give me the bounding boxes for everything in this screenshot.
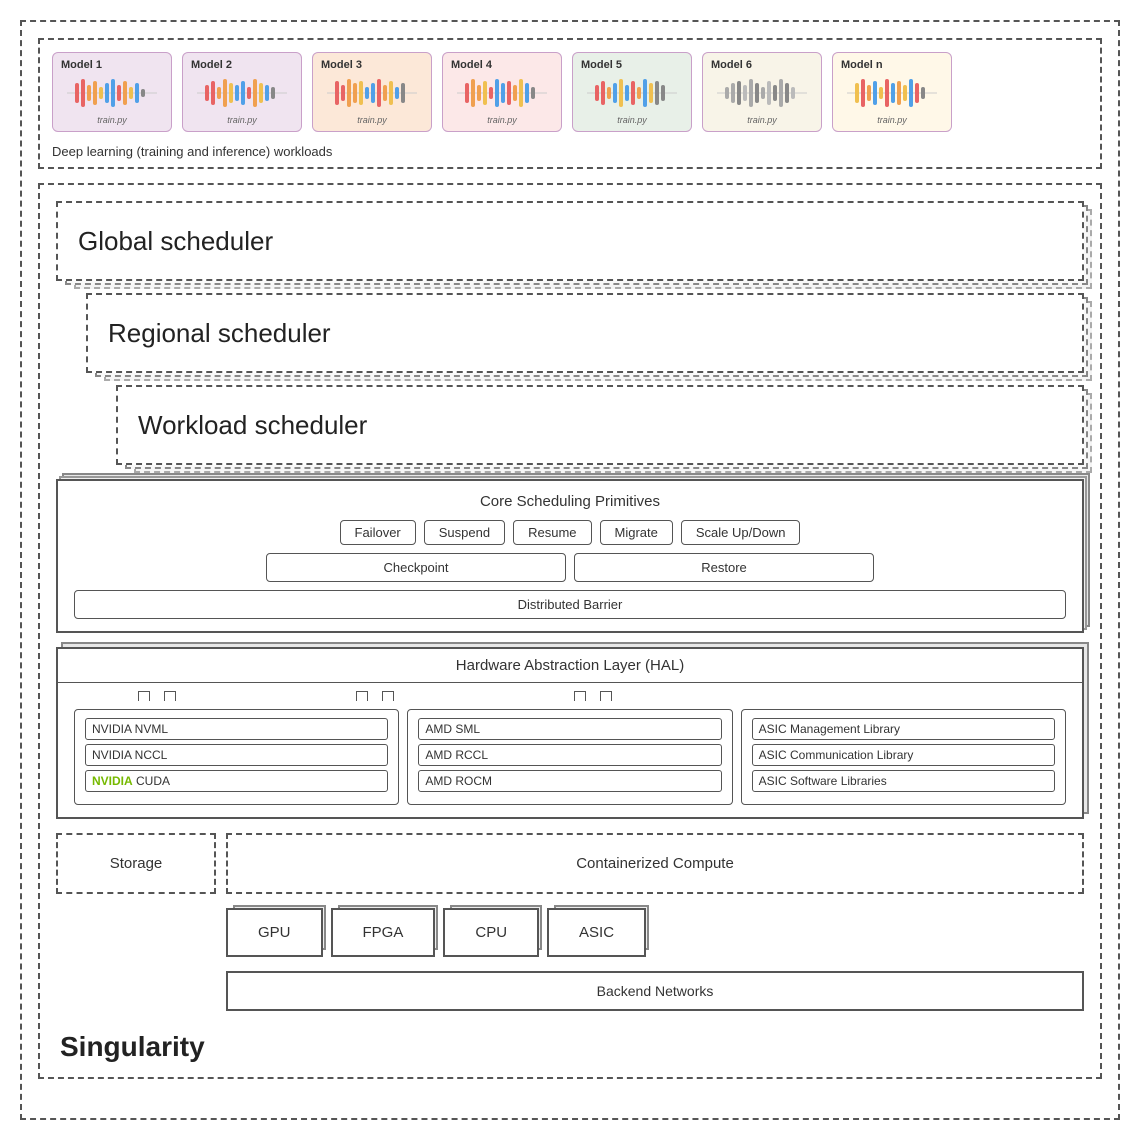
distributed-barrier: Distributed Barrier (74, 590, 1066, 619)
model-1-card: Model 1 train.py (52, 52, 172, 132)
hardware-row: GPU FPGA CPU ASIC (56, 908, 1084, 957)
primitives-row: Failover Suspend Resume Migrate Scale Up… (74, 520, 1066, 545)
failover-btn: Failover (340, 520, 416, 545)
amd-rccl: AMD RCCL (418, 744, 721, 766)
hal-connectors-right (574, 689, 612, 701)
hal-connector-5 (574, 691, 586, 701)
model-6-title: Model 6 (711, 59, 752, 71)
model-2-waveform (197, 75, 287, 111)
amd-rocm: AMD ROCM (418, 770, 721, 792)
model-3-card: Model 3 train.py (312, 52, 432, 132)
model-5-card: Model 5 train.py (572, 52, 692, 132)
storage-compute-row: Storage Containerized Compute (56, 833, 1084, 894)
asic-sw: ASIC Software Libraries (752, 770, 1055, 792)
hal-connectors-mid (356, 689, 394, 701)
nvidia-highlight: NVIDIA (92, 774, 133, 788)
model-3-waveform (327, 75, 417, 111)
model-1-title: Model 1 (61, 59, 102, 71)
workloads-section: Model 1 train.py (38, 38, 1102, 169)
global-scheduler-group: Global scheduler (56, 201, 1084, 281)
nvidia-nvml: NVIDIA NVML (85, 718, 388, 740)
checkpoint-box: Checkpoint (266, 553, 566, 582)
main-section: Global scheduler Regional scheduler Work… (38, 183, 1102, 1079)
fpga-box: FPGA (331, 908, 436, 957)
asic-lib-box: ASIC Management Library ASIC Communicati… (741, 709, 1066, 805)
model-1-script: train.py (97, 115, 127, 125)
regional-scheduler-group: Regional scheduler (86, 293, 1084, 373)
outer-container: Model 1 train.py (20, 20, 1120, 1120)
model-4-waveform (457, 75, 547, 111)
model-4-title: Model 4 (451, 59, 492, 71)
model-6-card: Model 6 train.py (702, 52, 822, 132)
hal-title: Hardware Abstraction Layer (HAL) (58, 649, 1082, 683)
hal-libraries: NVIDIA NVML NVIDIA NCCL NVIDIA CUDA AMD … (58, 701, 1082, 817)
hal-wrapper: Hardware Abstraction Layer (HAL) (56, 647, 1084, 819)
core-scheduling-wrapper: Core Scheduling Primitives Failover Susp… (56, 479, 1084, 633)
hal-connectors-left (138, 689, 176, 701)
asic-comm: ASIC Communication Library (752, 744, 1055, 766)
backend-networks-wrapper: Backend Networks (56, 971, 1084, 1011)
checkpoint-restore-row: Checkpoint Restore (74, 553, 1066, 582)
model-2-card: Model 2 train.py (182, 52, 302, 132)
compute-box: Containerized Compute (226, 833, 1084, 894)
model-3-script: train.py (357, 115, 387, 125)
gpu-box: GPU (226, 908, 323, 957)
nvidia-cuda: NVIDIA CUDA (85, 770, 388, 792)
model-1-waveform (67, 75, 157, 111)
workload-scheduler-label: Workload scheduler (138, 410, 367, 441)
nvidia-nccl: NVIDIA NCCL (85, 744, 388, 766)
global-scheduler-label: Global scheduler (78, 226, 273, 257)
model-6-script: train.py (747, 115, 777, 125)
hal-connector-2 (164, 691, 176, 701)
model-5-waveform (587, 75, 677, 111)
workloads-label: Deep learning (training and inference) w… (52, 144, 1088, 159)
model-5-script: train.py (617, 115, 647, 125)
hal-connector-6 (600, 691, 612, 701)
model-n-script: train.py (877, 115, 907, 125)
hal-connectors-row (58, 683, 1082, 701)
model-2-title: Model 2 (191, 59, 232, 71)
regional-sched-main: Regional scheduler (86, 293, 1084, 373)
hal-connector-1 (138, 691, 150, 701)
amd-lib-box: AMD SML AMD RCCL AMD ROCM (407, 709, 732, 805)
migrate-btn: Migrate (600, 520, 673, 545)
core-scheduling-title: Core Scheduling Primitives (74, 493, 1066, 510)
models-row: Model 1 train.py (52, 52, 1088, 132)
model-4-script: train.py (487, 115, 517, 125)
workload-scheduler-group: Workload scheduler (116, 385, 1084, 465)
resume-btn: Resume (513, 520, 591, 545)
hal-connector-4 (382, 691, 394, 701)
model-n-waveform (847, 75, 937, 111)
backend-networks: Backend Networks (226, 971, 1084, 1011)
storage-box: Storage (56, 833, 216, 894)
global-sched-main: Global scheduler (56, 201, 1084, 281)
workload-sched-main: Workload scheduler (116, 385, 1084, 465)
asic-mgmt: ASIC Management Library (752, 718, 1055, 740)
singularity-label: Singularity (60, 1031, 205, 1063)
scaleupdown-btn: Scale Up/Down (681, 520, 801, 545)
suspend-btn: Suspend (424, 520, 505, 545)
model-4-card: Model 4 train.py (442, 52, 562, 132)
nvidia-lib-box: NVIDIA NVML NVIDIA NCCL NVIDIA CUDA (74, 709, 399, 805)
regional-scheduler-label: Regional scheduler (108, 318, 331, 349)
hal-connector-3 (356, 691, 368, 701)
asic-box: ASIC (547, 908, 646, 957)
model-2-script: train.py (227, 115, 257, 125)
model-5-title: Model 5 (581, 59, 622, 71)
model-3-title: Model 3 (321, 59, 362, 71)
core-scheduling-box: Core Scheduling Primitives Failover Susp… (56, 479, 1084, 633)
model-n-card: Model n train.py (832, 52, 952, 132)
restore-box: Restore (574, 553, 874, 582)
model-6-waveform (717, 75, 807, 111)
amd-sml: AMD SML (418, 718, 721, 740)
hal-section: Hardware Abstraction Layer (HAL) (56, 647, 1084, 819)
cpu-box: CPU (443, 908, 539, 957)
model-n-title: Model n (841, 59, 883, 71)
